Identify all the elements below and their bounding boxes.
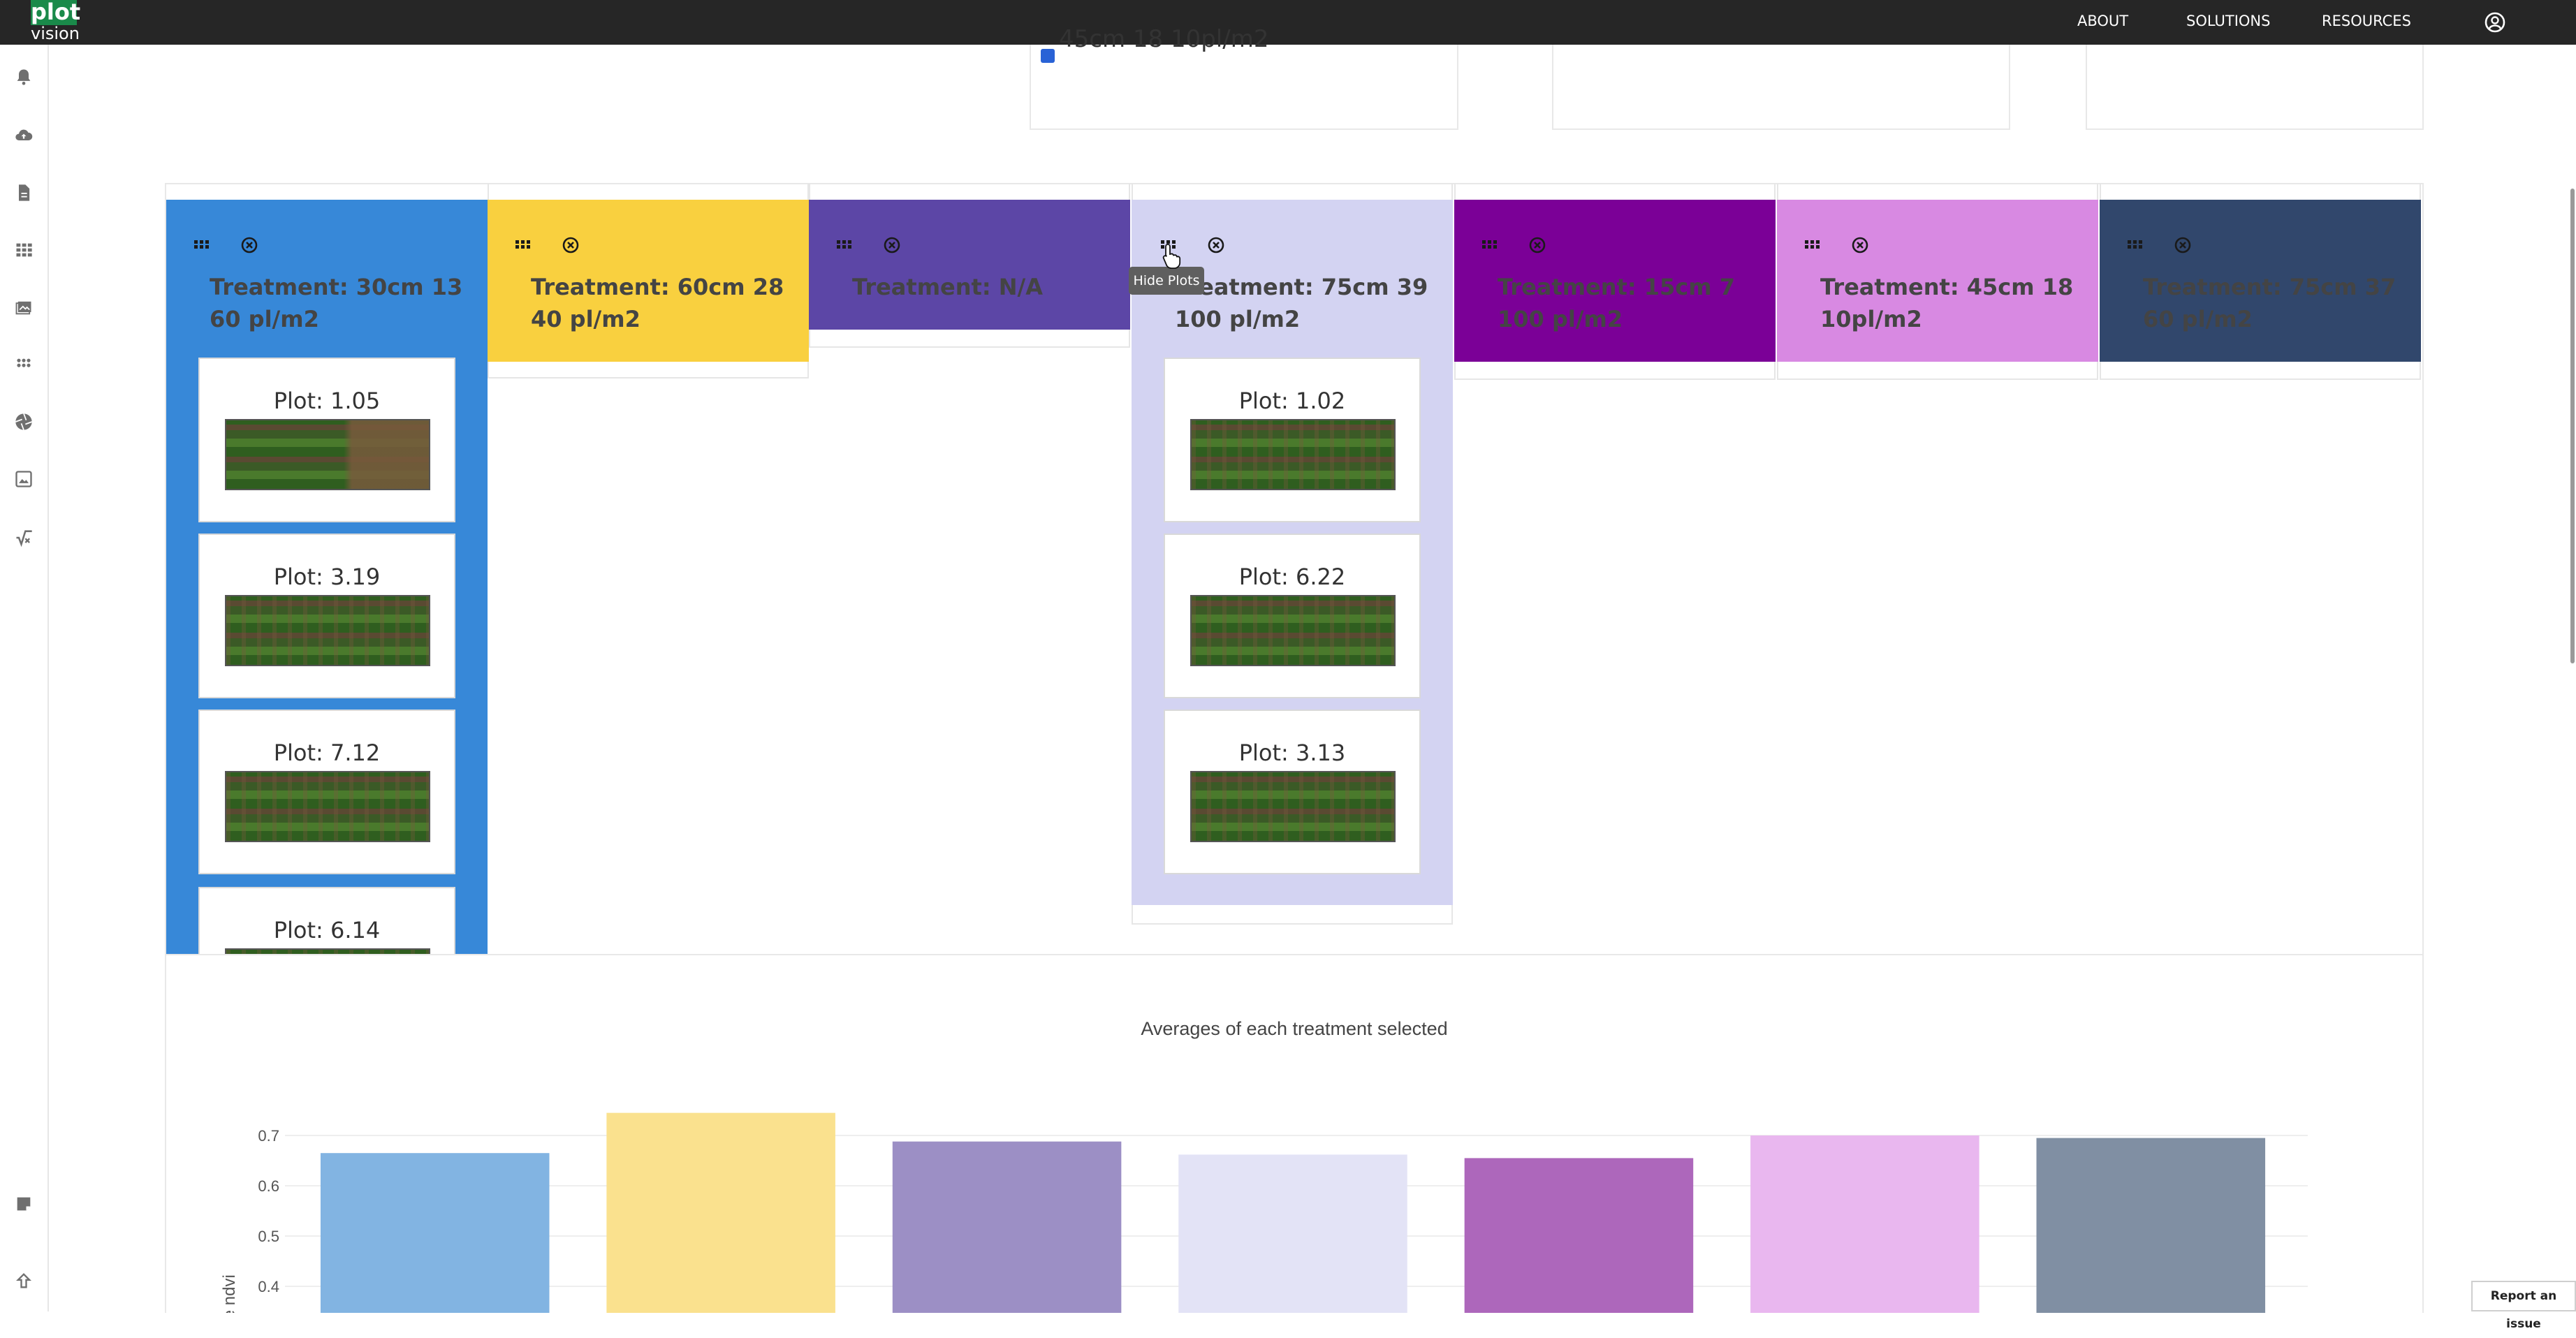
plotvision-logo[interactable]: plot vision [31, 0, 81, 43]
treatment-title: Treatment: N/A [852, 274, 1043, 300]
grid-icon[interactable] [14, 240, 34, 260]
close-circle-icon[interactable] [883, 236, 901, 254]
hand-pointer-icon [1159, 242, 1187, 271]
bar[interactable] [2036, 1138, 2266, 1313]
treatment-column[interactable]: Treatment: 30cm 13 60 pl/m2 Plot: 1.05 P… [166, 200, 488, 958]
upper-card-empty [2086, 45, 2424, 130]
drag-handle-icon[interactable] [1803, 236, 1820, 253]
plot-image [225, 595, 430, 666]
plot-label: Plot: 6.14 [273, 917, 381, 943]
arrow-up-icon[interactable] [14, 1271, 34, 1291]
upper-card-empty [1552, 45, 2010, 130]
plot-label: Plot: 7.12 [273, 740, 381, 766]
bar[interactable] [320, 1153, 550, 1313]
nav-resources[interactable]: RESOURCES [2322, 0, 2411, 45]
images-icon[interactable] [14, 297, 34, 317]
plot-image [225, 771, 430, 842]
close-circle-icon[interactable] [1207, 236, 1225, 254]
y-tick-label: 0.5 [258, 1228, 279, 1245]
drag-handle-icon[interactable] [2126, 236, 2143, 253]
bar-chart: 0.4 0.5 0.6 0.7 mean blue ndvi [220, 1112, 2308, 1313]
treatment-title: Treatment: 75cm 39 100 pl/m2 [1175, 274, 1428, 332]
treatment-title: Treatment: 30cm 13 60 pl/m2 [210, 274, 463, 332]
aperture-icon[interactable] [14, 412, 34, 432]
plot-card[interactable]: Plot: 3.19 [198, 534, 455, 698]
plot-card[interactable]: Plot: 3.13 [1164, 710, 1421, 874]
y-tick-label: 0.4 [258, 1278, 279, 1295]
top-navbar: plot vision ABOUT SOLUTIONS RESOURCES [0, 0, 2576, 45]
treatment-column-bg: Treatment: 60cm 28 40 pl/m2 [488, 200, 809, 362]
treatment-column-bg: Treatment: 75cm 39 100 pl/m2 Plot: 1.02 … [1132, 200, 1453, 905]
treatment-column[interactable]: Treatment: 15cm 7 100 pl/m2 [1454, 200, 1776, 362]
plot-card[interactable]: Plot: 6.22 [1164, 534, 1421, 698]
option-label: 45cm 18 10pl/m2 [1059, 25, 1269, 53]
close-circle-icon[interactable] [562, 236, 580, 254]
left-sidebar [0, 45, 49, 1311]
treatment-title: Treatment: 75cm 37 60 pl/m2 [2143, 274, 2396, 332]
account-icon[interactable] [2484, 11, 2506, 34]
treatment-column[interactable]: Treatment: 75cm 39 100 pl/m2 Plot: 1.02 … [1132, 200, 1453, 905]
checkbox-checked[interactable] [1041, 49, 1055, 63]
nav-about[interactable]: ABOUT [2077, 0, 2128, 45]
treatment-column[interactable]: Treatment: 45cm 18 10pl/m2 [1777, 200, 2098, 362]
bar[interactable] [892, 1141, 1122, 1313]
plot-card[interactable]: Plot: 1.02 [1164, 358, 1421, 522]
treatment-column-bg: Treatment: 75cm 37 60 pl/m2 [2100, 200, 2421, 362]
close-circle-icon[interactable] [240, 236, 258, 254]
treatment-column-bg: Treatment: 45cm 18 10pl/m2 [1777, 200, 2098, 362]
note-icon[interactable] [14, 1194, 34, 1214]
plot-label: Plot: 3.19 [273, 564, 381, 590]
plot-label: Plot: 1.05 [273, 388, 381, 414]
report-issue-button[interactable]: Report an issue [2471, 1281, 2576, 1331]
gallery-icon[interactable] [14, 469, 34, 489]
plot-card[interactable]: Plot: 7.12 [198, 710, 455, 874]
treatment-title: Treatment: 60cm 28 40 pl/m2 [531, 274, 784, 332]
treatment-title: Treatment: 15cm 7 100 pl/m2 [1498, 274, 1735, 332]
bell-icon[interactable] [14, 67, 34, 87]
plot-label: Plot: 3.13 [1238, 740, 1346, 766]
logo-plot-text: plot [31, 0, 81, 25]
bar[interactable] [1464, 1158, 1694, 1313]
treatment-column[interactable]: Treatment: 60cm 28 40 pl/m2 [488, 200, 809, 362]
y-tick-label: 0.6 [258, 1177, 279, 1195]
plot-card[interactable]: Plot: 6.14 [198, 887, 455, 958]
close-circle-icon[interactable] [2174, 236, 2192, 254]
treatment-column-bg: Treatment: N/A [809, 200, 1130, 330]
apps-icon[interactable] [14, 355, 34, 374]
bar[interactable] [1178, 1154, 1407, 1313]
page-scrollbar[interactable] [2570, 189, 2575, 663]
treatment-column-bg: Treatment: 15cm 7 100 pl/m2 [1454, 200, 1776, 362]
nav-solutions[interactable]: SOLUTIONS [2186, 0, 2270, 45]
function-icon[interactable] [14, 528, 34, 547]
treatment-option-card[interactable]: 45cm 18 10pl/m2 [1030, 25, 1458, 130]
y-tick-label: 0.7 [258, 1127, 279, 1145]
cloud-upload-icon[interactable] [14, 126, 34, 145]
close-circle-icon[interactable] [1528, 236, 1546, 254]
treatment-title: Treatment: 45cm 18 10pl/m2 [1820, 274, 2074, 332]
document-icon[interactable] [14, 183, 34, 203]
drag-handle-icon[interactable] [1481, 236, 1498, 253]
plot-image [1190, 595, 1396, 666]
plot-label: Plot: 1.02 [1238, 388, 1346, 414]
plot-card[interactable]: Plot: 1.05 [198, 358, 455, 522]
drag-handle-icon[interactable] [193, 236, 210, 253]
drag-handle-icon[interactable] [514, 236, 531, 253]
plot-label: Plot: 6.22 [1238, 564, 1346, 590]
drag-handle-icon[interactable] [835, 236, 852, 253]
plot-image [1190, 419, 1396, 490]
bar[interactable] [606, 1112, 835, 1313]
logo-vision-text: vision [31, 24, 80, 43]
treatment-column[interactable]: Treatment: N/A [809, 200, 1130, 330]
close-circle-icon[interactable] [1851, 236, 1869, 254]
y-axis-label: mean blue ndvi [220, 1274, 239, 1313]
treatment-column[interactable]: Treatment: 75cm 37 60 pl/m2 [2100, 200, 2421, 362]
plot-image [1190, 771, 1396, 842]
plot-image [225, 419, 430, 490]
treatment-column-bg: Treatment: 30cm 13 60 pl/m2 Plot: 1.05 P… [166, 200, 488, 958]
bar[interactable] [1750, 1135, 1979, 1313]
chart-panel: Averages of each treatment selected 0.4 0… [165, 954, 2424, 1313]
